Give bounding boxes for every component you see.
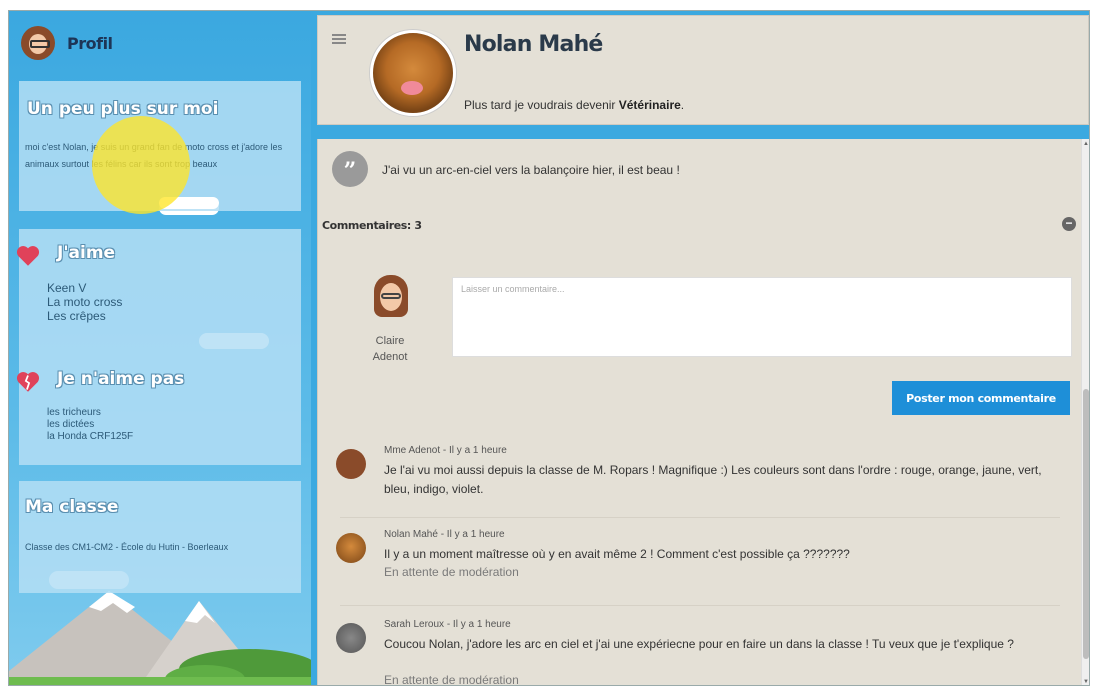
- comment-body: Il y a un moment maîtresse où y en avait…: [384, 547, 850, 561]
- avatar: [336, 623, 366, 653]
- likes-title: J'aime: [57, 243, 116, 263]
- list-item: les dictées: [47, 419, 95, 430]
- likes-list: Keen V La moto cross Les crêpes: [47, 281, 122, 323]
- likes-card: J'aime Keen V La moto cross Les crêpes J…: [16, 229, 301, 465]
- class-title: Ma classe: [25, 497, 119, 517]
- hamburger-icon[interactable]: [332, 34, 346, 44]
- about-title: Un peu plus sur moi: [27, 99, 219, 119]
- scrollbar[interactable]: ▲ ▼: [1081, 139, 1089, 685]
- divider: [340, 605, 1060, 606]
- composer-last-name: Adenot: [372, 351, 408, 363]
- divider: [340, 517, 1060, 518]
- profile-avatar: [370, 30, 456, 116]
- comment-meta: Nolan Mahé - Il y a 1 heure: [384, 529, 505, 540]
- list-item: Les crêpes: [47, 309, 106, 323]
- scroll-up-icon[interactable]: ▲: [1083, 141, 1089, 147]
- dislikes-list: les tricheurs les dictées la Honda CRF12…: [47, 407, 133, 443]
- profile-header[interactable]: Profil: [21, 25, 113, 61]
- moderation-status: En attente de modération: [384, 565, 519, 579]
- avatar: [21, 26, 55, 60]
- scroll-thumb[interactable]: [1083, 389, 1089, 659]
- post-panel: ” J'ai vu un arc-en-ciel vers la balanço…: [317, 139, 1081, 686]
- comment-meta: Sarah Leroux - Il y a 1 heure: [384, 619, 511, 630]
- collapse-icon[interactable]: −: [1062, 217, 1076, 231]
- composer-first-name: Claire: [375, 335, 405, 347]
- profile-sidebar: Profil Un peu plus sur moi moi c'est Nol…: [9, 11, 311, 685]
- bio-job: Vétérinaire: [618, 98, 681, 112]
- broken-heart-icon: [16, 372, 40, 392]
- bio-suffix: .: [680, 98, 685, 112]
- moderation-status: En attente de modération: [384, 673, 519, 686]
- profile-bio: Plus tard je voudrais devenir Vétérinair…: [464, 98, 684, 112]
- class-card: Ma classe Classe des CM1-CM2 - École du …: [19, 481, 301, 593]
- app-frame: Profil Un peu plus sur moi moi c'est Nol…: [8, 10, 1090, 686]
- comment-body: Coucou Nolan, j'adore les arc en ciel et…: [384, 637, 1014, 651]
- profile-name: Nolan Mahé: [464, 32, 603, 57]
- list-item: la Honda CRF125F: [47, 431, 134, 442]
- class-text: Classe des CM1-CM2 - École du Hutin - Bo…: [25, 542, 229, 552]
- profile-header-panel: Nolan Mahé Plus tard je voudrais devenir…: [317, 15, 1089, 125]
- comment-body: Je l'ai vu moi aussi depuis la classe de…: [384, 463, 1042, 496]
- composer-avatar: [370, 273, 410, 325]
- list-item: Keen V: [47, 281, 87, 295]
- quote-icon: ”: [332, 151, 368, 187]
- scroll-down-icon[interactable]: ▼: [1083, 679, 1089, 685]
- list-item: La moto cross: [47, 295, 123, 309]
- heart-icon: [16, 246, 40, 266]
- dislikes-title: Je n'aime pas: [57, 369, 185, 389]
- profile-title: Profil: [67, 33, 113, 53]
- comments-count: Commentaires: 3: [322, 219, 422, 232]
- comment-input[interactable]: [452, 277, 1072, 357]
- composer-name: Claire Adenot: [358, 333, 422, 365]
- post-comment-button[interactable]: Poster mon commentaire: [892, 381, 1070, 415]
- cursor-highlight: [92, 116, 190, 214]
- avatar: [336, 449, 366, 479]
- list-item: les tricheurs: [47, 407, 101, 418]
- bio-prefix: Plus tard je voudrais devenir: [464, 98, 619, 112]
- comment-meta: Mme Adenot - Il y a 1 heure: [384, 445, 507, 456]
- avatar: [336, 533, 366, 563]
- post-text: J'ai vu un arc-en-ciel vers la balançoir…: [382, 163, 680, 177]
